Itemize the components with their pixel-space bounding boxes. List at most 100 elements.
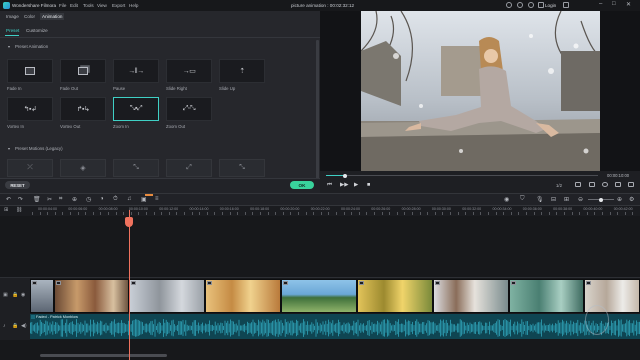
collapse-arrow-icon[interactable]: ▾ xyxy=(8,44,10,49)
panel-scrollbar[interactable] xyxy=(316,40,319,180)
account-icon[interactable] xyxy=(517,2,523,8)
video-clip[interactable] xyxy=(54,279,129,313)
subtab-customize[interactable]: Customize xyxy=(26,28,48,33)
audio-mixer-icon[interactable]: ♫ xyxy=(127,196,132,202)
duration-icon[interactable]: ⏱ xyxy=(113,196,118,203)
preview-quality-select[interactable]: 1/2 xyxy=(556,183,562,188)
cut-icon[interactable]: ✂ xyxy=(47,196,52,203)
stop-icon[interactable]: ■ xyxy=(367,182,370,188)
more-icon[interactable] xyxy=(628,182,634,187)
close-icon[interactable]: ✕ xyxy=(626,1,631,8)
ruler-tick-mark xyxy=(503,212,504,215)
legacy-motion-item[interactable]: ⤫ xyxy=(7,159,53,177)
playhead-line[interactable] xyxy=(128,210,130,360)
volume-icon[interactable] xyxy=(602,182,608,187)
speed-icon[interactable]: ◷ xyxy=(86,196,91,203)
preview-progress-track[interactable] xyxy=(326,175,598,176)
preset-vortex-out[interactable]: ↱▪↳ xyxy=(60,97,106,121)
preset-zoom-out[interactable]: ⤢▫⤡ xyxy=(166,97,212,121)
legacy-motion-item[interactable]: ⤡ xyxy=(219,159,265,177)
speaker-icon[interactable]: ◀) xyxy=(21,323,27,329)
preset-fade-in[interactable] xyxy=(7,59,53,83)
marker-icon[interactable]: ⛉ xyxy=(520,196,525,203)
menu-export[interactable]: Export xyxy=(112,3,125,8)
subtab-preset[interactable]: Preset xyxy=(6,28,19,33)
download-icon[interactable] xyxy=(538,2,544,8)
play-pause-icon[interactable]: ▶ xyxy=(354,182,358,188)
undo-icon[interactable]: ↶ xyxy=(6,196,11,203)
crop-icon[interactable]: ⌗ xyxy=(59,196,62,203)
menu-tools[interactable]: Tools xyxy=(83,3,94,8)
playhead-handle[interactable] xyxy=(125,217,133,227)
menu-help[interactable]: Help xyxy=(129,3,138,8)
link-icon[interactable]: ⛓ xyxy=(16,207,22,213)
video-clip[interactable] xyxy=(281,279,357,313)
render-icon[interactable]: ◉ xyxy=(504,196,509,203)
preset-zoom-in[interactable]: ⤡▪⤢ xyxy=(113,97,159,121)
video-clip[interactable] xyxy=(129,279,205,313)
settings-icon[interactable]: ⚙ xyxy=(629,196,634,203)
fullscreen-icon[interactable] xyxy=(575,182,581,187)
play-icon[interactable]: ▶▶ xyxy=(340,182,348,188)
minimize-icon[interactable]: – xyxy=(599,1,602,7)
lock-icon[interactable]: 🔒 xyxy=(12,292,18,298)
tab-image[interactable]: Image xyxy=(6,14,19,19)
message-icon[interactable] xyxy=(528,2,534,8)
preset-vortex-in[interactable]: ↰▪↲ xyxy=(7,97,53,121)
timeline-zoom-knob[interactable] xyxy=(599,197,603,202)
expand-icon[interactable] xyxy=(615,182,621,187)
menu-file[interactable]: File xyxy=(59,3,66,8)
menu-view[interactable]: View xyxy=(97,3,107,8)
cart-icon[interactable] xyxy=(563,2,569,8)
video-clip[interactable] xyxy=(433,279,509,313)
legacy-motion-item[interactable]: ⤢ xyxy=(166,159,212,177)
legacy-motion-item[interactable]: ◈ xyxy=(60,159,106,177)
video-clip[interactable] xyxy=(30,279,54,313)
lock-icon[interactable]: 🔒 xyxy=(12,323,18,329)
ok-button[interactable]: OK xyxy=(290,181,314,189)
login-link[interactable]: Login xyxy=(545,3,556,8)
zoom-in-timeline-icon[interactable]: ⊕ xyxy=(617,196,622,203)
reset-button[interactable]: RESET xyxy=(5,181,30,189)
collapse-arrow-icon[interactable]: ▾ xyxy=(8,146,10,151)
tab-animation[interactable]: Animation xyxy=(40,13,65,20)
preset-fade-out[interactable] xyxy=(60,59,106,83)
preset-pause[interactable]: →‖→ xyxy=(113,59,159,83)
redo-icon[interactable]: ↷ xyxy=(18,196,23,203)
ruler-tick-mark xyxy=(62,212,63,215)
timeline-scrollbar[interactable] xyxy=(40,354,167,357)
audio-waveform xyxy=(30,319,640,337)
eye-icon[interactable]: ◉ xyxy=(21,292,25,298)
preset-slide-up[interactable]: ⇡ xyxy=(219,59,265,83)
snapshot-icon[interactable] xyxy=(589,182,595,187)
detach-icon[interactable]: ⊟ xyxy=(551,196,556,203)
waveform-bar xyxy=(632,323,633,333)
lightbulb-icon[interactable] xyxy=(506,2,512,8)
maximize-icon[interactable]: □ xyxy=(612,1,616,7)
zoom-icon[interactable]: ⊕ xyxy=(72,196,77,203)
green-screen-icon[interactable]: ▣ xyxy=(141,196,147,203)
zoom-out-timeline-icon[interactable]: ⊖ xyxy=(578,196,583,203)
ruler-tick-mark xyxy=(366,212,367,215)
delete-icon[interactable]: 🗑 xyxy=(33,196,41,203)
clip-badge-icon xyxy=(56,281,61,285)
color-icon[interactable]: ◑ xyxy=(100,196,104,202)
zoom-fit-icon[interactable]: ⊞ xyxy=(564,196,569,203)
tab-color[interactable]: Color xyxy=(24,14,35,19)
preset-slide-right[interactable]: →▭ xyxy=(166,59,212,83)
legacy-motion-item[interactable]: ⤡ xyxy=(113,159,159,177)
video-clip[interactable] xyxy=(357,279,433,313)
add-track-icon[interactable]: ⊞ xyxy=(4,207,8,213)
video-clip[interactable] xyxy=(205,279,281,313)
preview-video-frame[interactable] xyxy=(361,11,600,171)
video-clip[interactable] xyxy=(509,279,584,313)
previous-frame-icon[interactable]: ⏮ xyxy=(327,182,332,189)
menu-edit[interactable]: Edit xyxy=(70,3,78,8)
waveform-bar xyxy=(184,324,185,332)
audio-clip[interactable] xyxy=(30,314,640,339)
split-icon[interactable]: ≡ xyxy=(155,196,159,202)
ruler-tick-mark xyxy=(176,212,177,215)
waveform-bar xyxy=(73,324,75,332)
voiceover-icon[interactable]: 🎙 xyxy=(536,196,544,203)
preview-progress-knob[interactable] xyxy=(343,173,348,178)
